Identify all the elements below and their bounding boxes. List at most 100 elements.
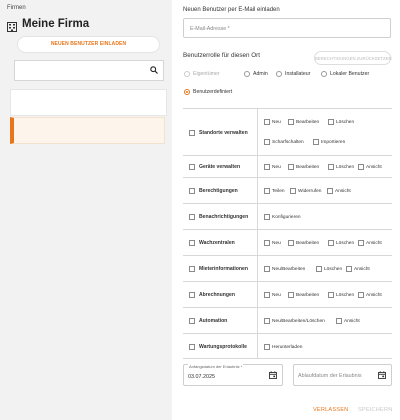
checkbox[interactable] xyxy=(358,164,364,170)
permission-row-notifications: Benachrichtigungen Konfigurieren xyxy=(183,203,392,230)
permission-option[interactable]: Importieren xyxy=(313,139,345,145)
permission-option[interactable]: Widerrufen xyxy=(290,188,321,194)
permission-option[interactable]: Neu xyxy=(264,292,281,298)
permission-row-maintenance-logs: Wartungsprotokolle Herunterladen xyxy=(183,333,392,359)
email-field[interactable]: E-Mail-Adresse * xyxy=(183,18,391,38)
category-checkbox[interactable] xyxy=(189,318,195,324)
category-checkbox[interactable] xyxy=(189,292,195,298)
permission-option[interactable]: Löschen xyxy=(328,119,354,125)
checkbox[interactable] xyxy=(288,292,294,298)
permission-category[interactable]: Wartungsprotokolle xyxy=(183,334,258,359)
checkbox[interactable] xyxy=(290,188,296,194)
checkbox[interactable] xyxy=(264,188,270,194)
checkbox[interactable] xyxy=(328,292,334,298)
category-checkbox[interactable] xyxy=(189,214,195,220)
permission-option[interactable]: Neu xyxy=(264,240,281,246)
permission-option[interactable]: Konfigurieren xyxy=(264,214,301,220)
permission-option[interactable]: Bearbeiten xyxy=(288,292,319,298)
category-checkbox[interactable] xyxy=(189,129,195,136)
checkbox[interactable] xyxy=(264,139,270,145)
invite-new-user-button[interactable]: NEUEN BENUTZER EINLADEN xyxy=(17,36,160,53)
role-radio-owner[interactable]: Eigentümer xyxy=(184,71,220,77)
end-date-field[interactable]: Ablaufdatum der Erlaubnis xyxy=(293,364,392,386)
permission-option[interactable]: Löschen xyxy=(328,164,354,170)
permission-option[interactable]: Löschen xyxy=(328,240,354,246)
category-checkbox[interactable] xyxy=(189,343,195,350)
permission-category[interactable]: Wachzentralen xyxy=(183,230,258,256)
checkbox[interactable] xyxy=(328,119,334,125)
permission-row-permissions: Berechtigungen Teilen Widerrufen Ansicht xyxy=(183,177,392,204)
category-label: Automation xyxy=(199,318,228,324)
permission-category[interactable]: Abrechnungen xyxy=(183,282,258,308)
category-label: Wachzentralen xyxy=(199,240,235,246)
checkbox[interactable] xyxy=(346,266,352,272)
checkbox[interactable] xyxy=(336,318,342,324)
checkbox[interactable] xyxy=(264,292,270,298)
role-radio-custom[interactable]: Benutzerdefiniert xyxy=(184,89,232,95)
permission-option[interactable]: Bearbeiten xyxy=(288,164,319,170)
category-checkbox[interactable] xyxy=(189,164,195,170)
start-date-field[interactable]: Anfangsdatum der Erlaubnis * 03.07.2025 xyxy=(183,364,283,386)
permission-category[interactable]: Berechtigungen xyxy=(183,178,258,204)
checkbox[interactable] xyxy=(316,266,322,272)
category-checkbox[interactable] xyxy=(189,188,195,194)
permission-option[interactable]: Ansicht xyxy=(346,266,370,272)
reset-permissions-button[interactable]: BERECHTIGUNGEN ZURÜCKSETZEN xyxy=(314,51,392,65)
checkbox[interactable] xyxy=(288,240,294,246)
checkbox[interactable] xyxy=(328,164,334,170)
permission-category[interactable]: Standorte verwalten xyxy=(183,109,258,156)
search-icon[interactable] xyxy=(150,66,158,74)
permission-option[interactable]: Scharfschalten xyxy=(264,139,304,145)
checkbox[interactable] xyxy=(358,240,364,246)
checkbox[interactable] xyxy=(264,119,270,125)
calendar-icon[interactable] xyxy=(378,371,386,379)
checkbox[interactable] xyxy=(264,344,270,350)
permission-option[interactable]: Herunterladen xyxy=(264,344,302,350)
checkbox[interactable] xyxy=(288,164,294,170)
checkbox[interactable] xyxy=(328,240,334,246)
option-label: Bearbeiten xyxy=(296,119,320,125)
permission-option[interactable]: Bearbeiten xyxy=(288,119,319,125)
category-checkbox[interactable] xyxy=(189,266,195,272)
location-list-item-selected[interactable] xyxy=(10,117,165,144)
permission-category[interactable]: Mieterinformationen xyxy=(183,256,258,282)
category-checkbox[interactable] xyxy=(189,240,195,246)
leave-button[interactable]: VERLASSEN xyxy=(313,407,348,413)
role-radio-admin[interactable]: Admin xyxy=(244,71,268,77)
role-radio-local-user[interactable]: Lokaler Benutzer xyxy=(321,71,369,77)
checkbox[interactable] xyxy=(313,139,319,145)
permission-option[interactable]: Teilen xyxy=(264,188,285,194)
checkbox[interactable] xyxy=(264,240,270,246)
permission-option[interactable]: Löschen xyxy=(328,292,354,298)
permission-option[interactable]: Bearbeiten xyxy=(288,240,319,246)
permission-option[interactable]: Ansicht xyxy=(336,318,360,324)
save-button[interactable]: SPEICHERN xyxy=(358,407,392,413)
permission-option[interactable]: Ansicht xyxy=(358,164,382,170)
permission-category[interactable]: Geräte verwalten xyxy=(183,156,258,178)
permission-option[interactable]: Ansicht xyxy=(327,188,351,194)
permission-row-billing: Abrechnungen Neu Bearbeiten Löschen Ansi… xyxy=(183,281,392,308)
search-input[interactable] xyxy=(14,60,164,81)
permission-option[interactable]: Neu/Bearbeiten/Löschen xyxy=(264,318,325,324)
role-radio-installer[interactable]: Installateur xyxy=(276,71,310,77)
location-list-item[interactable] xyxy=(10,89,167,116)
checkbox[interactable] xyxy=(288,119,294,125)
end-date-placeholder: Ablaufdatum der Erlaubnis xyxy=(298,373,362,379)
permission-option[interactable]: Ansicht xyxy=(358,240,382,246)
permission-option[interactable]: Neu xyxy=(264,119,281,125)
permission-option[interactable]: Ansicht xyxy=(358,292,382,298)
checkbox[interactable] xyxy=(264,164,270,170)
checkbox[interactable] xyxy=(264,266,270,272)
permission-category[interactable]: Automation xyxy=(183,308,258,334)
permission-category[interactable]: Benachrichtigungen xyxy=(183,204,258,230)
permission-option[interactable]: Neu xyxy=(264,164,281,170)
checkbox[interactable] xyxy=(358,292,364,298)
calendar-icon[interactable] xyxy=(269,371,277,379)
checkbox[interactable] xyxy=(264,318,270,324)
permission-option[interactable]: Neu/Bearbeiten xyxy=(264,266,305,272)
breadcrumb[interactable]: Firmen xyxy=(7,5,26,11)
permission-option[interactable]: Löschen xyxy=(316,266,342,272)
category-label: Berechtigungen xyxy=(199,188,238,194)
checkbox[interactable] xyxy=(264,214,270,220)
checkbox[interactable] xyxy=(327,188,333,194)
